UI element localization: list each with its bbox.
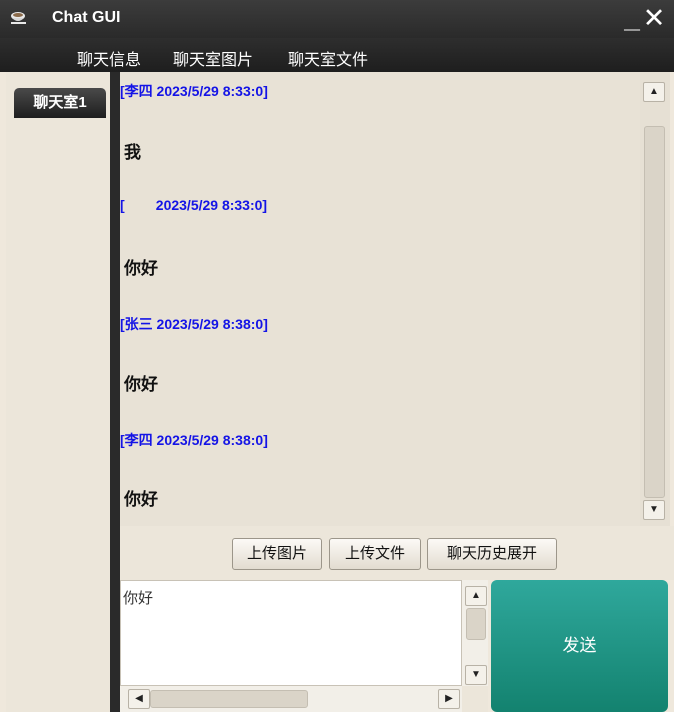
message-header: [ 2023/5/29 8:33:0] <box>120 197 268 213</box>
scroll-up-arrow-icon[interactable]: ▲ <box>643 82 665 102</box>
upload-image-button[interactable]: 上传图片 <box>232 538 322 570</box>
window-title: Chat GUI <box>52 9 121 26</box>
send-button[interactable]: 发送 <box>491 580 668 712</box>
message-body: 你好 <box>124 490 158 509</box>
scroll-down-arrow-icon[interactable]: ▼ <box>465 665 487 685</box>
message-input[interactable]: 你好 <box>120 580 462 686</box>
chat-scrollbar[interactable]: ▲ ▼ <box>640 72 670 526</box>
menu-item-chat-info[interactable]: 聊天信息 <box>77 46 141 70</box>
message-body: 你好 <box>124 259 158 278</box>
scroll-thumb[interactable] <box>644 126 665 498</box>
scroll-down-arrow-icon[interactable]: ▼ <box>643 500 665 520</box>
message-header: [李四 2023/5/29 8:38:0] <box>120 432 268 448</box>
coffee-cup-icon <box>10 9 28 27</box>
scroll-up-arrow-icon[interactable]: ▲ <box>465 586 487 606</box>
title-bar: Chat GUI _ ✕ <box>0 0 674 38</box>
scrollbar-corner <box>462 686 488 712</box>
room-list-panel <box>6 72 110 712</box>
panel-divider <box>110 72 120 712</box>
scroll-thumb[interactable] <box>150 690 308 708</box>
menu-item-chatroom-images[interactable]: 聊天室图片 <box>173 46 253 70</box>
expand-history-button[interactable]: 聊天历史展开 <box>427 538 557 570</box>
message-body: 你好 <box>124 375 158 394</box>
menu-item-chatroom-files[interactable]: 聊天室文件 <box>288 46 368 70</box>
message-header: [李四 2023/5/29 8:33:0] <box>120 83 268 99</box>
message-input-value: 你好 <box>123 590 154 607</box>
chat-message-area[interactable]: [李四 2023/5/29 8:33:0] 我 [ 2023/5/29 8:33… <box>120 72 640 526</box>
tab-chatroom-1[interactable]: 聊天室1 <box>14 88 106 118</box>
upload-file-button[interactable]: 上传文件 <box>329 538 421 570</box>
message-body: 我 <box>124 143 141 162</box>
input-vertical-scrollbar[interactable]: ▲ ▼ <box>462 580 488 686</box>
scroll-right-arrow-icon[interactable]: ▶ <box>438 689 460 709</box>
close-button[interactable]: ✕ <box>641 4 667 32</box>
scroll-left-arrow-icon[interactable]: ◀ <box>128 689 150 709</box>
scroll-thumb[interactable] <box>466 608 486 640</box>
menu-bar: 聊天信息 聊天室图片 聊天室文件 <box>0 38 674 72</box>
input-horizontal-scrollbar[interactable]: ◀ ▶ <box>120 686 462 712</box>
message-header: [张三 2023/5/29 8:38:0] <box>120 316 268 332</box>
